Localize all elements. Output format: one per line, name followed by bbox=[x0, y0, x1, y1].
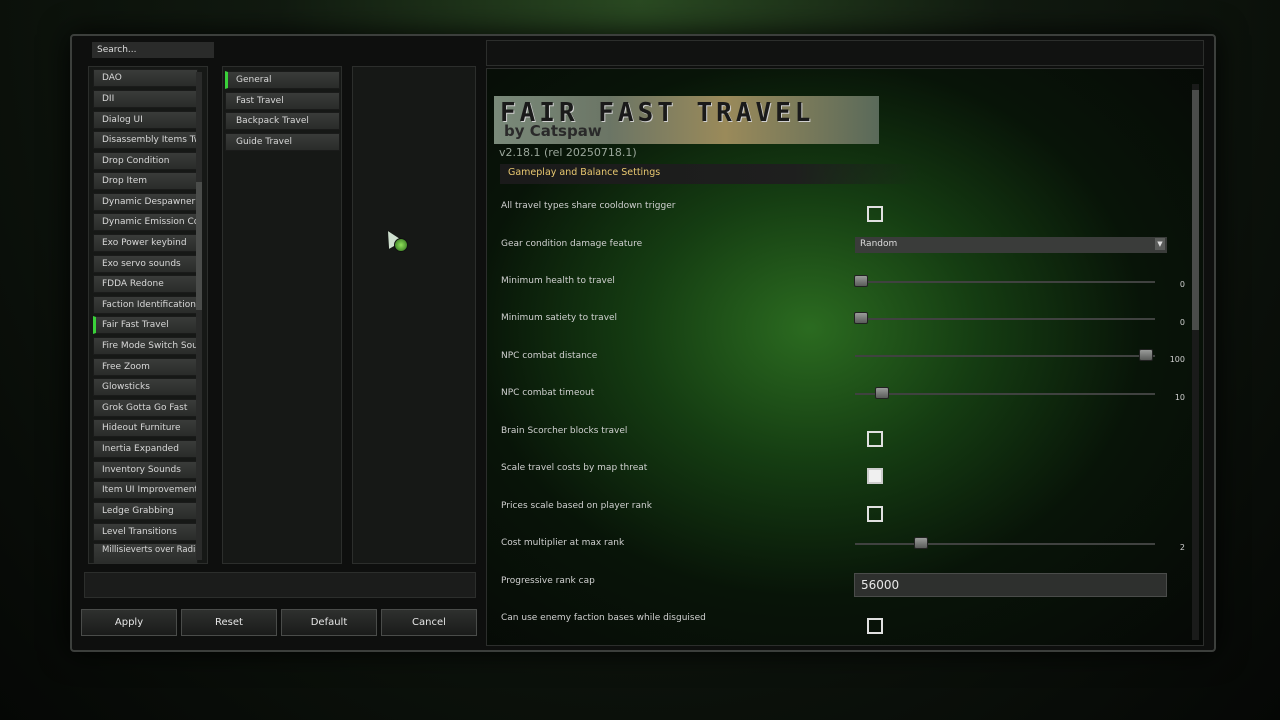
share-cooldown-label: All travel types share cooldown trigger bbox=[501, 201, 676, 211]
cost-multiplier-slider-handle[interactable] bbox=[914, 537, 928, 549]
version-text: v2.18.1 (rel 20250718.1) bbox=[499, 146, 637, 159]
mod-list-item[interactable]: Level Transitions bbox=[93, 523, 198, 541]
mod-list-item[interactable]: Glowsticks bbox=[93, 378, 198, 396]
mod-list-item[interactable]: Exo servo sounds bbox=[93, 255, 198, 273]
mod-list-item[interactable]: Inertia Expanded bbox=[93, 440, 198, 458]
gear-damage-dropdown[interactable]: Random ▼ bbox=[855, 237, 1167, 253]
mod-list-item[interactable]: Ledge Grabbing bbox=[93, 502, 198, 520]
default-button[interactable]: Default bbox=[281, 609, 377, 636]
cost-multiplier-label: Cost multiplier at max rank bbox=[501, 538, 625, 548]
tab-general[interactable]: General bbox=[225, 71, 340, 89]
mod-list-item[interactable]: Grok Gotta Go Fast bbox=[93, 399, 198, 417]
prices-scale-checkbox[interactable] bbox=[867, 506, 883, 522]
tab-guide-travel[interactable]: Guide Travel bbox=[225, 133, 340, 151]
mod-list: DAO DII Dialog UI Disassembly Items Tweak Dr… bbox=[88, 66, 208, 564]
mod-list-item[interactable]: Free Zoom bbox=[93, 358, 198, 376]
enemy-bases-label: Can use enemy faction bases while disgui… bbox=[501, 613, 706, 623]
tab-list: General Fast Travel Backpack Travel Guide T… bbox=[222, 66, 342, 564]
brain-scorcher-checkbox[interactable] bbox=[867, 431, 883, 447]
mod-list-item[interactable]: Millisieverts over Radiation Status Icon bbox=[93, 543, 198, 563]
tab-fast-travel[interactable]: Fast Travel bbox=[225, 92, 340, 110]
mod-list-item[interactable]: DAO bbox=[93, 69, 198, 87]
min-satiety-value: 0 bbox=[1179, 318, 1185, 327]
cost-multiplier-slider[interactable] bbox=[855, 537, 1155, 549]
mod-list-item[interactable]: Exo Power keybind bbox=[93, 234, 198, 252]
prices-scale-label: Prices scale based on player rank bbox=[501, 501, 652, 511]
options-top-bar bbox=[486, 40, 1204, 66]
min-health-value: 0 bbox=[1179, 280, 1185, 289]
brain-scorcher-label: Brain Scorcher blocks travel bbox=[501, 426, 628, 436]
gear-damage-label: Gear condition damage feature bbox=[501, 239, 643, 249]
mod-list-item[interactable]: Dynamic Despawner bbox=[93, 193, 198, 211]
mod-list-item[interactable]: Drop Condition bbox=[93, 152, 198, 170]
mod-list-item[interactable]: Inventory Sounds bbox=[93, 461, 198, 479]
mod-list-item[interactable]: FDDA Redone bbox=[93, 275, 198, 293]
rank-cap-input[interactable]: 56000 bbox=[854, 573, 1167, 597]
options-scrollbar-thumb[interactable] bbox=[1192, 90, 1199, 330]
tab-backpack-travel[interactable]: Backpack Travel bbox=[225, 112, 340, 130]
mod-list-item[interactable]: Dynamic Emission Cover bbox=[93, 213, 198, 231]
npc-timeout-value: 10 bbox=[1174, 393, 1185, 402]
npc-distance-label: NPC combat distance bbox=[501, 351, 598, 361]
radiation-cursor-icon bbox=[394, 238, 408, 252]
npc-timeout-slider-handle[interactable] bbox=[875, 387, 889, 399]
options-scrollbar[interactable] bbox=[1192, 84, 1199, 640]
description-box bbox=[84, 572, 476, 598]
search-input[interactable]: Search... bbox=[92, 42, 214, 58]
scale-costs-label: Scale travel costs by map threat bbox=[501, 463, 648, 473]
mod-banner: FAIR FAST TRAVEL by Catspaw bbox=[494, 96, 879, 144]
mod-list-item[interactable]: Faction Identification bbox=[93, 296, 198, 314]
mod-list-item[interactable]: Drop Item bbox=[93, 172, 198, 190]
min-health-slider[interactable] bbox=[854, 275, 1155, 287]
min-satiety-slider-handle[interactable] bbox=[854, 312, 868, 324]
reset-button[interactable]: Reset bbox=[181, 609, 277, 636]
mod-list-item[interactable]: Disassembly Items Tweak bbox=[93, 131, 198, 149]
cost-multiplier-value: 2 bbox=[1179, 543, 1185, 552]
mod-list-item[interactable]: Dialog UI bbox=[93, 111, 198, 129]
npc-timeout-label: NPC combat timeout bbox=[501, 388, 595, 398]
section-header: Gameplay and Balance Settings bbox=[500, 164, 920, 184]
banner-byline: by Catspaw bbox=[504, 122, 602, 140]
mod-list-item[interactable]: Item UI Improvements bbox=[93, 481, 198, 499]
enemy-bases-checkbox[interactable] bbox=[867, 618, 883, 634]
mod-list-item[interactable]: Hideout Furniture bbox=[93, 419, 198, 437]
npc-distance-slider[interactable] bbox=[855, 349, 1155, 361]
rank-cap-label: Progressive rank cap bbox=[501, 576, 595, 586]
scale-costs-checkbox[interactable] bbox=[867, 468, 883, 484]
share-cooldown-checkbox[interactable] bbox=[867, 206, 883, 222]
mod-list-item[interactable]: DII bbox=[93, 90, 198, 108]
subsection-panel bbox=[352, 66, 476, 564]
npc-distance-slider-handle[interactable] bbox=[1139, 349, 1153, 361]
min-health-slider-handle[interactable] bbox=[854, 275, 868, 287]
npc-distance-value: 100 bbox=[1169, 355, 1185, 364]
chevron-down-icon[interactable]: ▼ bbox=[1155, 238, 1165, 250]
mod-list-item[interactable]: Fire Mode Switch Sound bbox=[93, 337, 198, 355]
min-satiety-label: Minimum satiety to travel bbox=[501, 313, 618, 323]
npc-timeout-slider[interactable] bbox=[855, 387, 1155, 399]
mod-list-scrollbar[interactable] bbox=[196, 72, 202, 560]
min-satiety-slider[interactable] bbox=[854, 312, 1155, 324]
cancel-button[interactable]: Cancel bbox=[381, 609, 477, 636]
gear-damage-value: Random bbox=[860, 239, 898, 249]
min-health-label: Minimum health to travel bbox=[501, 276, 615, 286]
mod-list-item[interactable]: Fair Fast Travel bbox=[93, 316, 198, 334]
apply-button[interactable]: Apply bbox=[81, 609, 177, 636]
